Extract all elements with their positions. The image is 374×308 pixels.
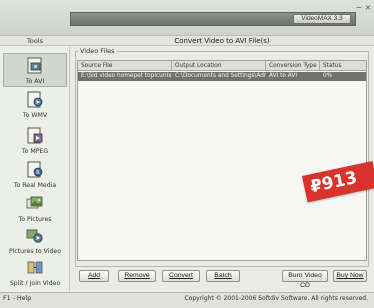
sidebar-item-to-pictures[interactable]: To Pictures xyxy=(3,195,67,225)
table-header: Source File Output Location Conversion T… xyxy=(78,61,366,71)
column-header-source[interactable]: Source File xyxy=(78,61,172,71)
video-file-avi-icon xyxy=(25,57,45,75)
video-file-real-icon: R xyxy=(25,161,45,179)
add-button[interactable]: Add xyxy=(79,270,109,282)
column-header-output[interactable]: Output Location xyxy=(172,61,266,71)
tools-sidebar: To AVI To WMV To MPEG R To Real Media To… xyxy=(0,47,70,292)
pictures-icon xyxy=(25,195,45,213)
remove-button[interactable]: Remove xyxy=(118,270,156,282)
svg-text:R: R xyxy=(36,170,40,176)
column-header-status[interactable]: Status xyxy=(320,61,366,71)
buy-now-button[interactable]: Buy Now xyxy=(333,270,367,282)
title-bar: VideoMAX 3.3 − × xyxy=(0,0,374,36)
column-header-type[interactable]: Conversion Type xyxy=(266,61,320,71)
cell-source: E:\Sid video homepet topicunix.avi xyxy=(81,73,172,79)
table-row[interactable]: E:\Sid video homepet topicunix.avi C:\Do… xyxy=(78,72,366,81)
video-file-mpeg-icon xyxy=(25,127,45,145)
cell-output: C:\Documents and Settings\Adm... xyxy=(175,73,266,79)
sidebar-item-to-mpeg[interactable]: To MPEG xyxy=(3,127,67,157)
sidebar-item-to-real-media[interactable]: R To Real Media xyxy=(3,161,67,191)
burn-video-cd-button[interactable]: Burn Video CD xyxy=(282,270,328,289)
group-title: Video Files xyxy=(78,47,117,55)
copyright-text: Copyright © 2001-2006 Softdiv Software. … xyxy=(184,295,368,302)
sidebar-item-pictures-to-video[interactable]: Pictures to Video xyxy=(3,227,67,257)
product-badge: VideoMAX 3.3 xyxy=(293,14,351,24)
page-title: Convert Video to AVI File(s) xyxy=(174,37,270,45)
close-button[interactable]: × xyxy=(364,4,372,12)
cell-status: 0% xyxy=(323,73,333,79)
app-window: VideoMAX 3.3 − × Tools Convert Video to … xyxy=(0,0,374,308)
pictures-to-video-icon xyxy=(25,227,45,245)
split-join-icon xyxy=(25,259,45,277)
convert-button[interactable]: Convert xyxy=(162,270,200,282)
cell-type: AVI to AVI xyxy=(269,73,298,79)
video-files-table[interactable]: Source File Output Location Conversion T… xyxy=(77,60,367,261)
help-hint: F1 - Help xyxy=(3,295,32,302)
video-file-wmv-icon xyxy=(25,91,45,109)
sidebar-item-to-wmv[interactable]: To WMV xyxy=(3,91,67,121)
minimize-button[interactable]: − xyxy=(355,4,363,12)
batch-button[interactable]: Batch xyxy=(206,270,240,282)
tools-heading: Tools xyxy=(26,37,43,45)
sidebar-item-split-join-video[interactable]: Split / Join Video xyxy=(3,259,67,289)
sidebar-item-to-avi[interactable]: To AVI xyxy=(3,53,67,87)
